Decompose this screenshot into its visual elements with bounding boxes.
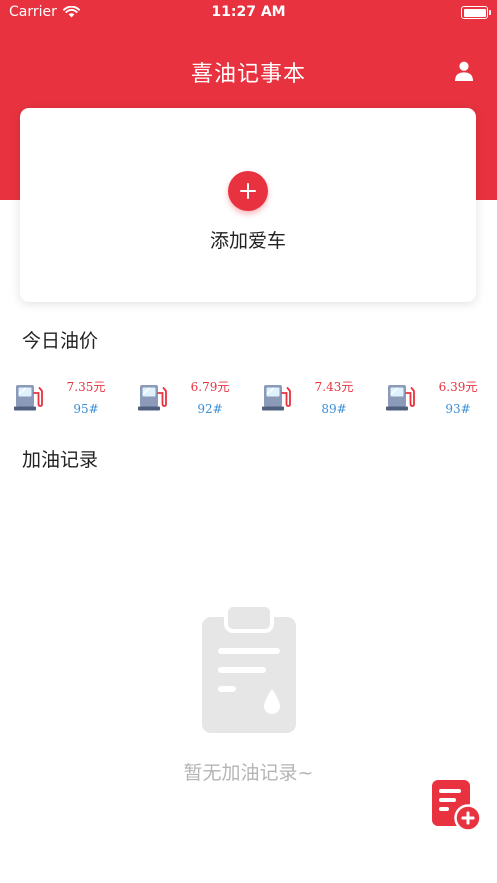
add-car-card[interactable]: 添加爱车 xyxy=(20,108,476,302)
fuel-grade: 89# xyxy=(321,402,347,416)
oil-price-title: 今日油价 xyxy=(22,330,99,352)
price-item-95: 7.35元 95# xyxy=(14,374,119,420)
price-value: 7.43元 xyxy=(314,380,354,394)
battery-icon xyxy=(461,6,491,19)
status-bar: Carrier 11:27 AM xyxy=(0,0,497,26)
price-item-89: 7.43元 89# xyxy=(262,374,367,420)
add-car-label: 添加爱车 xyxy=(209,230,286,252)
clipboard-fuel-icon xyxy=(202,605,296,733)
clock: 11:27 AM xyxy=(211,4,286,20)
price-value: 7.35元 xyxy=(66,380,106,394)
empty-state-text: 暂无加油记录~ xyxy=(183,762,314,784)
fuel-grade: 93# xyxy=(445,402,471,416)
page-title: 喜油记事本 xyxy=(190,62,306,87)
plus-icon[interactable] xyxy=(228,171,268,211)
add-record-icon[interactable] xyxy=(432,780,482,832)
fuel-grade: 95# xyxy=(73,402,99,416)
price-item-93: 6.39元 93# xyxy=(386,374,491,420)
fuel-pump-icon xyxy=(138,385,167,411)
price-value: 6.79元 xyxy=(190,380,230,394)
fuel-pump-icon xyxy=(262,385,291,411)
fuel-pump-icon xyxy=(386,385,415,411)
user-icon[interactable] xyxy=(453,60,475,82)
fuel-grade: 92# xyxy=(197,402,223,416)
price-item-92: 6.79元 92# xyxy=(138,374,243,420)
fuel-pump-icon xyxy=(14,385,43,411)
fuel-records-title: 加油记录 xyxy=(22,449,99,471)
price-value: 6.39元 xyxy=(438,380,478,394)
